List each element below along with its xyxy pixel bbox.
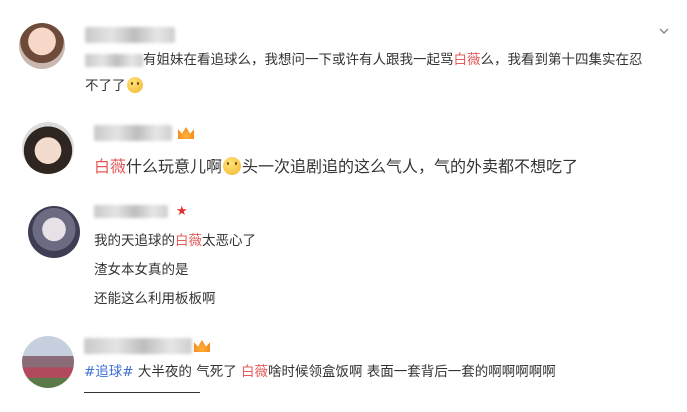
comment-text: #追球# 大半夜的 气死了 白薇啥时候领盒饭啊 表面一套背后一套的啊啊啊啊啊 bbox=[84, 364, 556, 380]
comment-text-line3: 还能这么利用板板啊 bbox=[94, 291, 216, 307]
avatar[interactable] bbox=[19, 23, 65, 69]
clap-emoji-icon bbox=[223, 157, 242, 175]
username-redacted[interactable] bbox=[94, 205, 168, 218]
highlight-keyword: 白薇 bbox=[241, 364, 268, 380]
comment-item: #追球# 大半夜的 气死了 白薇啥时候领盒饭啊 表面一套背后一套的啊啊啊啊啊 bbox=[0, 318, 687, 412]
chevron-down-icon[interactable] bbox=[659, 26, 669, 36]
comment-text-line1: 我的天追球的白薇太恶心了 bbox=[94, 233, 256, 249]
username-redacted[interactable] bbox=[85, 27, 175, 43]
highlight-keyword: 白薇 bbox=[175, 233, 202, 249]
username-redacted[interactable] bbox=[84, 338, 192, 354]
comment-item: 白薇什么玩意儿啊 头一次追剧追的这么气人，气的外卖都不想吃了 bbox=[0, 110, 687, 198]
crown-icon bbox=[194, 340, 210, 352]
comment-text-line2: 不了了 bbox=[85, 76, 144, 96]
avatar[interactable] bbox=[22, 336, 74, 388]
star-icon: ★ bbox=[176, 204, 188, 219]
comment-item: 有姐妹在看追球么，我想问一下或许有人跟我一起骂白薇么，我看到第十四集实在忍 不了… bbox=[0, 0, 687, 110]
comment-text-line1: 有姐妹在看追球么，我想问一下或许有人跟我一起骂白薇么，我看到第十四集实在忍 bbox=[143, 52, 643, 68]
comment-text-line2: 渣女本女真的是 bbox=[94, 262, 189, 278]
smile-emoji-icon bbox=[126, 77, 143, 93]
avatar[interactable] bbox=[22, 122, 74, 174]
topic-tag-link[interactable]: #追球# bbox=[84, 364, 134, 380]
highlight-keyword: 白薇 bbox=[94, 157, 127, 176]
username-redacted[interactable] bbox=[94, 125, 172, 141]
avatar[interactable] bbox=[28, 206, 80, 258]
comment-item: ★ 我的天追球的白薇太恶心了 渣女本女真的是 还能这么利用板板啊 bbox=[0, 198, 687, 318]
divider bbox=[84, 392, 200, 393]
highlight-keyword: 白薇 bbox=[453, 52, 481, 68]
redacted-text bbox=[85, 54, 143, 67]
comment-text: 白薇什么玩意儿啊 头一次追剧追的这么气人，气的外卖都不想吃了 bbox=[94, 157, 579, 176]
crown-icon bbox=[178, 127, 194, 139]
